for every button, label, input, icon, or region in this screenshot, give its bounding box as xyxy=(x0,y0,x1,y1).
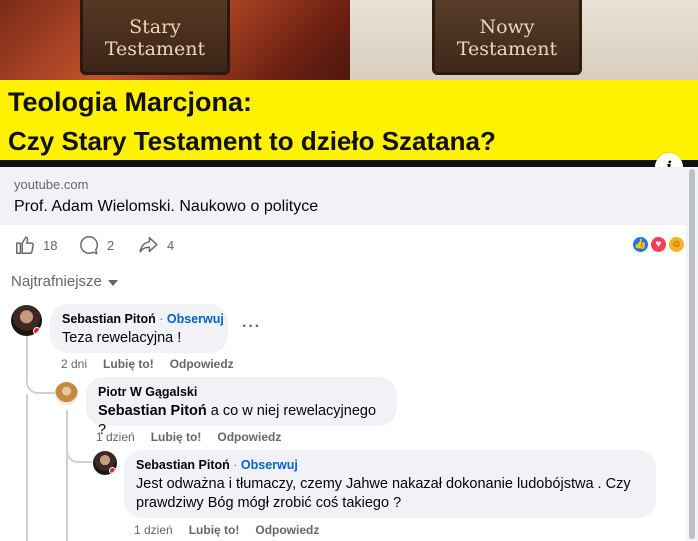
share-count: 4 xyxy=(167,237,175,253)
comment-timestamp[interactable]: 1 dzień xyxy=(96,430,135,444)
follow-link[interactable]: Obserwuj xyxy=(167,312,224,326)
old-testament-label: Stary Testament xyxy=(104,16,206,60)
follow-link[interactable]: Obserwuj xyxy=(241,458,298,472)
like-count: 18 xyxy=(43,237,58,253)
comment-meta: 2 dni Lubię to! Odpowiedz xyxy=(61,357,234,371)
comment-bubble-icon xyxy=(80,236,99,255)
comment-text: Teza rewelacyjna ! xyxy=(62,330,182,346)
scrollbar[interactable] xyxy=(686,167,698,541)
like-comment-button[interactable]: Lubię to! xyxy=(103,357,154,371)
comment-count: 2 xyxy=(107,237,115,253)
comment-timestamp[interactable]: 2 dni xyxy=(61,357,87,371)
share-action[interactable]: 4 xyxy=(137,234,174,256)
link-domain: youtube.com xyxy=(14,177,89,192)
headline-line-2: Czy Stary Testament to dzieło Szatana? xyxy=(8,126,496,156)
like-comment-button[interactable]: Lubię to! xyxy=(189,523,240,537)
story-ring-indicator xyxy=(109,467,116,474)
comment-author[interactable]: Piotr W Gągalski xyxy=(98,385,385,399)
sort-label: Najtrafniejsze xyxy=(11,273,102,290)
avatar[interactable] xyxy=(93,451,117,475)
thumbnail-bottom-bar xyxy=(0,160,698,167)
comment-author[interactable]: Sebastian Pitoń xyxy=(62,312,156,326)
comment-author[interactable]: Sebastian Pitoń xyxy=(136,458,230,472)
thread-connector xyxy=(26,394,28,541)
like-reaction-icon: 👍 xyxy=(631,235,650,254)
avatar[interactable] xyxy=(11,305,42,336)
comment-sort-dropdown[interactable]: Najtrafniejsze xyxy=(11,273,118,290)
comment-meta: 1 dzień Lubię to! Odpowiedz xyxy=(134,523,319,537)
like-action[interactable]: 18 xyxy=(14,234,57,256)
comment-bubble: Sebastian Pitoń · Obserwuj Jest odważna … xyxy=(124,450,656,518)
haha-reaction-icon: ☺ xyxy=(667,235,686,254)
comment-text: Jest odważna i tłumaczy, czemy Jahwe nak… xyxy=(136,476,631,511)
reply-button[interactable]: Odpowiedz xyxy=(217,430,281,444)
comment-author-line: Sebastian Pitoń · Obserwuj xyxy=(136,458,298,472)
love-reaction-icon: ♥ xyxy=(649,235,668,254)
comment-bubble: Piotr W Gągalski Sebastian Pitoń a co w … xyxy=(86,377,397,438)
new-testament-label: Nowy Testament xyxy=(456,16,558,60)
story-ring-indicator xyxy=(33,327,41,335)
thumbs-up-icon xyxy=(16,236,34,254)
mention-link[interactable]: Sebastian Pitoń xyxy=(98,403,207,419)
link-thumbnail[interactable]: Stary Testament Nowy Testament Teologia … xyxy=(0,0,698,167)
share-arrow-icon xyxy=(139,236,158,253)
link-title: Prof. Adam Wielomski. Naukowo o polityce xyxy=(14,198,319,215)
more-options-icon[interactable]: ··· xyxy=(242,318,261,336)
reaction-summary[interactable]: 👍 ♥ ☺ xyxy=(631,235,687,255)
thread-connector xyxy=(66,418,92,463)
reply-button[interactable]: Odpowiedz xyxy=(170,357,234,371)
scrollbar-thumb[interactable] xyxy=(689,169,695,539)
like-comment-button[interactable]: Lubię to! xyxy=(151,430,202,444)
comment-meta: 1 dzień Lubię to! Odpowiedz xyxy=(96,430,281,444)
headline-line-1: Teologia Marcjona: xyxy=(8,87,253,117)
chevron-down-icon xyxy=(107,280,118,286)
avatar[interactable] xyxy=(55,382,78,405)
link-caption[interactable]: youtube.com Prof. Adam Wielomski. Naukow… xyxy=(0,167,686,225)
comment-timestamp[interactable]: 1 dzień xyxy=(134,523,173,537)
thread-connector xyxy=(26,336,56,394)
comment-author-line: Sebastian Pitoń · Obserwuj xyxy=(62,312,224,326)
comment-action[interactable]: 2 xyxy=(78,234,114,256)
reply-button[interactable]: Odpowiedz xyxy=(255,523,319,537)
comment-bubble: Sebastian Pitoń · Obserwuj Teza rewelacy… xyxy=(50,304,228,353)
